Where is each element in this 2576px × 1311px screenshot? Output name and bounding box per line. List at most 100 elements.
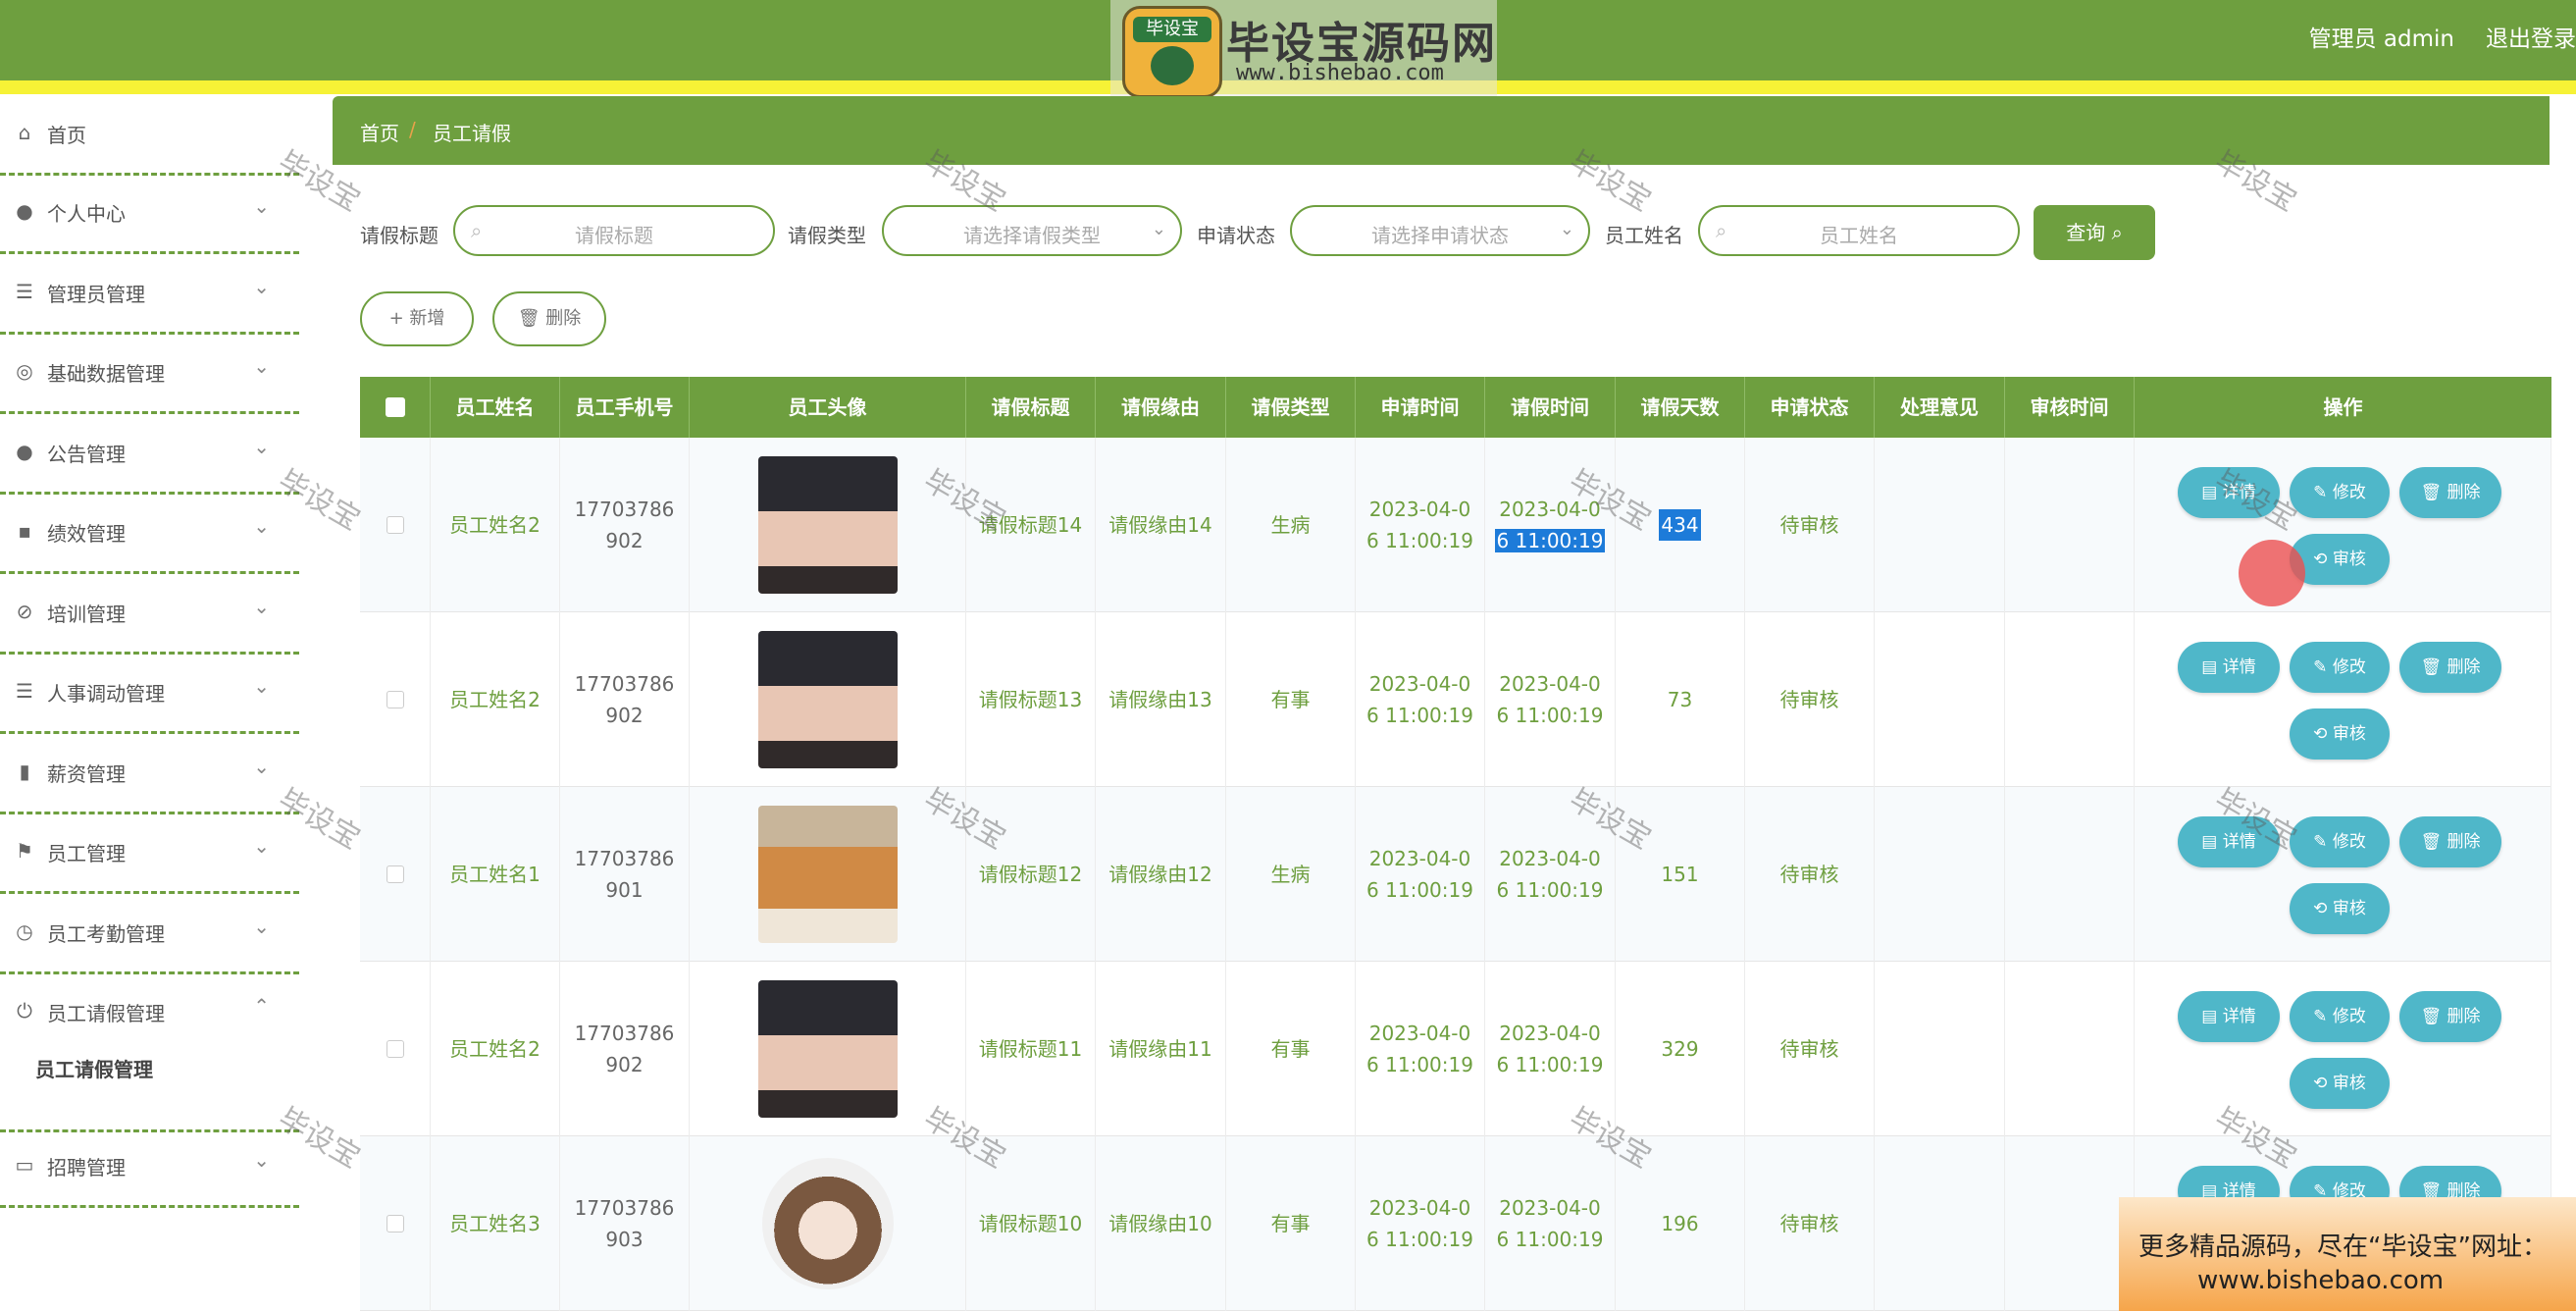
row-select-cell bbox=[360, 787, 431, 962]
edit-button[interactable]: ✎ 修改 bbox=[2290, 467, 2390, 518]
sidebar-item-notices[interactable]: ● 公告管理 ⌄ bbox=[0, 413, 299, 495]
edit-button[interactable]: ✎ 修改 bbox=[2290, 642, 2390, 693]
row-checkbox[interactable] bbox=[386, 516, 404, 534]
sidebar-item-leave[interactable]: ⏻ 员工请假管理 ⌃ bbox=[0, 972, 299, 1132]
logout-link[interactable]: 退出登录 bbox=[2486, 20, 2576, 53]
audit-button[interactable]: ⟲ 审核 bbox=[2290, 708, 2390, 760]
row-delete-button[interactable]: 🗑 删除 bbox=[2399, 467, 2501, 518]
row-delete-button[interactable]: 🗑 删除 bbox=[2399, 991, 2501, 1042]
employee-name: 员工姓名2 bbox=[449, 688, 541, 711]
sidebar-item-profile[interactable]: ● 个人中心 ⌄ bbox=[0, 173, 299, 254]
employee-avatar bbox=[757, 456, 898, 594]
col-header: 申请时间 bbox=[1356, 377, 1485, 438]
employee-name-input[interactable]: ⌕ 员工姓名 bbox=[1698, 205, 2020, 256]
cell-avatar bbox=[690, 612, 966, 787]
cell-phone: 17703786 901 bbox=[560, 787, 690, 962]
sidebar-item-recruitment[interactable]: ▭ 招聘管理 ⌄ bbox=[0, 1127, 299, 1208]
leave-type: 有事 bbox=[1270, 1212, 1311, 1235]
table-row: 员工姓名2 17703786 902 请假标题11 请假缘由11 有事 2023-04-0 6… bbox=[360, 962, 2551, 1136]
employee-name: 员工姓名1 bbox=[449, 863, 541, 886]
sidebar-item-salary[interactable]: ▮ 薪资管理 ⌄ bbox=[0, 733, 299, 814]
cell-phone: 17703786 902 bbox=[560, 438, 690, 612]
cell-type: 生病 bbox=[1226, 438, 1356, 612]
cell-reason: 请假缘由12 bbox=[1096, 787, 1226, 962]
employee-name-label: 员工姓名 bbox=[1605, 224, 1683, 247]
select-all-checkbox[interactable] bbox=[360, 377, 431, 438]
leave-reason: 请假缘由12 bbox=[1108, 863, 1212, 886]
row-checkbox[interactable] bbox=[386, 691, 404, 708]
leave-title-input[interactable]: ⌕ 请假标题 bbox=[453, 205, 775, 256]
admin-user-label: 管理员 admin bbox=[2308, 26, 2454, 52]
row-delete-button[interactable]: 🗑 删除 bbox=[2399, 642, 2501, 693]
col-header: 操作 bbox=[2323, 395, 2363, 419]
cell-audit-time bbox=[2005, 962, 2135, 1136]
cell-name: 员工姓名2 bbox=[431, 438, 560, 612]
col-header: 请假类型 bbox=[1226, 377, 1356, 438]
apply-status-select[interactable]: 请选择申请状态 ⌄ bbox=[1290, 205, 1590, 256]
cell-reason: 请假缘由11 bbox=[1096, 962, 1226, 1136]
user-icon: ● bbox=[16, 199, 33, 223]
bulb-icon: ● bbox=[16, 440, 33, 463]
col-header: 处理意见 bbox=[1875, 377, 2005, 438]
phone-line-1: 17703786 bbox=[574, 847, 675, 870]
table-row: 员工姓名1 17703786 901 请假标题12 请假缘由12 生病 2023-04-0 6… bbox=[360, 787, 2551, 962]
sidebar-item-performance[interactable]: ▪ 绩效管理 ⌄ bbox=[0, 493, 299, 574]
audit-button[interactable]: ⟲ 审核 bbox=[2290, 883, 2390, 934]
sidebar-item-training[interactable]: ⊘ 培训管理 ⌄ bbox=[0, 573, 299, 655]
table-header: 员工姓名 员工手机号 员工头像 请假标题 请假缘由 请假类型 申请时间 请假时间… bbox=[360, 377, 2551, 438]
leave-title-label: 请假标题 bbox=[360, 224, 438, 247]
leave-time-line-1: 2023-04-0 bbox=[1499, 1022, 1601, 1045]
apply-status-label: 申请状态 bbox=[1197, 224, 1275, 247]
cell-actions: ▤ 详情✎ 修改🗑 删除⟲ 审核 bbox=[2135, 962, 2551, 1136]
sidebar-subitem-leave-management[interactable]: 员工请假管理 bbox=[35, 1054, 153, 1082]
sidebar-item-admins[interactable]: ☰ 管理员管理 ⌄ bbox=[0, 253, 299, 335]
cell-title: 请假标题14 bbox=[966, 438, 1096, 612]
edit-button[interactable]: ✎ 修改 bbox=[2290, 816, 2390, 867]
sidebar-item-label: 基础数据管理 bbox=[47, 362, 165, 386]
sidebar-item-label: 人事调动管理 bbox=[47, 682, 165, 706]
chevron-down-icon: ⌄ bbox=[253, 595, 270, 618]
leave-type: 生病 bbox=[1270, 513, 1311, 537]
cell-name: 员工姓名3 bbox=[431, 1136, 560, 1311]
leave-days: 434 bbox=[1659, 509, 1701, 541]
query-button[interactable]: 查询 ⌕ bbox=[2034, 205, 2155, 260]
phone-line-1: 17703786 bbox=[574, 1196, 675, 1220]
phone-line-2: 902 bbox=[605, 704, 644, 727]
chevron-down-icon: ⌄ bbox=[1559, 219, 1574, 239]
cell-avatar bbox=[690, 962, 966, 1136]
edit-button[interactable]: ✎ 修改 bbox=[2290, 991, 2390, 1042]
row-checkbox[interactable] bbox=[386, 865, 404, 883]
row-checkbox[interactable] bbox=[386, 1040, 404, 1058]
promo-banner: 更多精品源码，尽在“毕设宝”网址： www.bishebao.com bbox=[2119, 1197, 2576, 1311]
row-checkbox[interactable] bbox=[386, 1215, 404, 1232]
detail-button[interactable]: ▤ 详情 bbox=[2178, 816, 2280, 867]
delete-button[interactable]: 🗑 删除 bbox=[492, 291, 606, 346]
audit-button[interactable]: ⟲ 审核 bbox=[2290, 1058, 2390, 1109]
cell-phone: 17703786 902 bbox=[560, 962, 690, 1136]
leave-type-select[interactable]: 请选择请假类型 ⌄ bbox=[882, 205, 1182, 256]
sidebar-item-home[interactable]: ⌂ 首页 bbox=[0, 94, 299, 176]
table-row: 员工姓名2 17703786 902 请假标题14 请假缘由14 生病 2023-04-0 6… bbox=[360, 438, 2551, 612]
cell-reason: 请假缘由13 bbox=[1096, 612, 1226, 787]
cell-type: 有事 bbox=[1226, 1136, 1356, 1311]
chevron-down-icon: ⌄ bbox=[253, 834, 270, 858]
sidebar-item-employees[interactable]: ⚑ 员工管理 ⌄ bbox=[0, 813, 299, 894]
chevron-down-icon: ⌄ bbox=[253, 194, 270, 218]
cell-opinion bbox=[1875, 1136, 2005, 1311]
detail-button[interactable]: ▤ 详情 bbox=[2178, 991, 2280, 1042]
cell-avatar bbox=[690, 438, 966, 612]
cell-audit-time bbox=[2005, 787, 2135, 962]
sidebar-item-transfer[interactable]: ☰ 人事调动管理 ⌄ bbox=[0, 653, 299, 734]
sidebar-item-base-data[interactable]: ◎ 基础数据管理 ⌄ bbox=[0, 333, 299, 414]
leave-time-line-2: 6 11:00:19 bbox=[1496, 878, 1604, 902]
database-icon: ◎ bbox=[16, 359, 33, 383]
detail-button[interactable]: ▤ 详情 bbox=[2178, 642, 2280, 693]
add-button[interactable]: + 新增 bbox=[360, 291, 474, 346]
row-delete-button[interactable]: 🗑 删除 bbox=[2399, 816, 2501, 867]
sidebar-item-label: 薪资管理 bbox=[47, 762, 126, 786]
detail-button[interactable]: ▤ 详情 bbox=[2178, 467, 2280, 518]
sidebar-item-attendance[interactable]: ◷ 员工考勤管理 ⌄ bbox=[0, 893, 299, 974]
cell-leave-time: 2023-04-0 6 11:00:19 bbox=[1485, 438, 1616, 612]
breadcrumb-home[interactable]: 首页 bbox=[360, 118, 399, 146]
brand-watermark: 毕设宝 毕设宝源码网 www.bishebao.com bbox=[1110, 0, 1497, 100]
